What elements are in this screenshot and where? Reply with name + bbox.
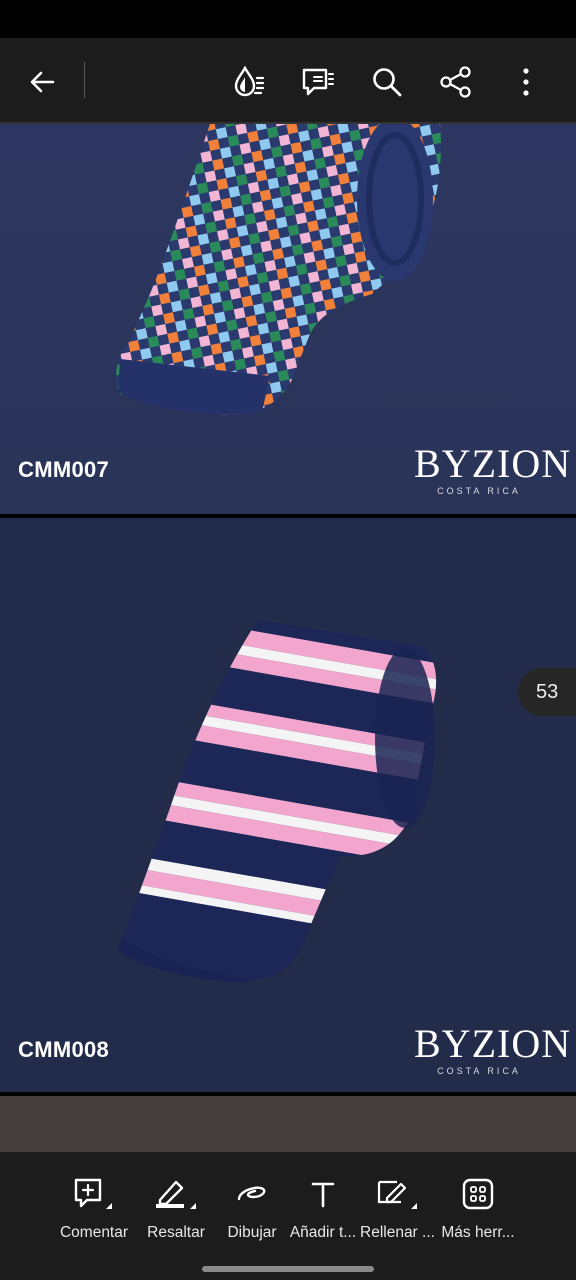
document-page: CMM007 BYZION COSTA RICA [0, 124, 576, 514]
more-options-button[interactable] [506, 62, 546, 102]
search-button[interactable] [367, 62, 407, 102]
document-page [0, 1096, 576, 1152]
comment-add-icon [74, 1178, 112, 1209]
brand-logo: BYZION COSTA RICA [414, 1021, 572, 1077]
share-button[interactable] [436, 62, 476, 102]
document-page: CMM008 BYZION COSTA RICA [0, 518, 576, 1092]
tool-label: Dibujar [227, 1224, 277, 1241]
tool-label: Rellenar ... [360, 1224, 435, 1241]
tool-label: Resaltar [147, 1224, 205, 1241]
top-toolbar [0, 38, 576, 124]
comment-list-icon [302, 68, 334, 96]
tool-label: Comentar [59, 1224, 129, 1241]
logo-sub-text: COSTA RICA [437, 486, 521, 496]
more-vertical-icon [523, 68, 529, 96]
more-tools-icon [462, 1178, 494, 1210]
logo-sub-text: COSTA RICA [437, 1066, 521, 1076]
color-drop-icon [234, 65, 265, 97]
draw-tool[interactable]: Dibujar [222, 1176, 282, 1256]
search-icon [373, 68, 402, 97]
bottom-toolbar: Comentar Resaltar Dibujar Añadir t... Re… [0, 1152, 576, 1280]
logo-main-text: BYZION [414, 1021, 572, 1066]
tool-label: Añadir t... [289, 1224, 357, 1241]
text-icon [311, 1182, 335, 1208]
more-tools-button[interactable]: Más herr... [440, 1176, 516, 1256]
status-bar [0, 0, 576, 38]
share-icon [440, 66, 471, 98]
brand-logo: BYZION COSTA RICA [414, 441, 572, 497]
fill-sign-icon [377, 1180, 417, 1209]
tie-image-striped [118, 620, 437, 983]
toolbar-divider [84, 62, 85, 98]
product-code: CMM007 [18, 457, 110, 482]
product-code: CMM008 [18, 1037, 110, 1062]
back-button[interactable] [22, 62, 62, 102]
highlighter-icon [156, 1180, 196, 1209]
arrow-left-icon [30, 71, 55, 93]
comment-tool[interactable]: Comentar [56, 1176, 132, 1256]
tool-label: Más herr... [441, 1224, 515, 1241]
fill-sign-tool[interactable]: Rellenar ... [360, 1176, 435, 1256]
home-indicator[interactable] [202, 1266, 374, 1272]
draw-icon [237, 1186, 266, 1201]
color-mode-button[interactable] [229, 62, 269, 102]
highlight-tool[interactable]: Resaltar [140, 1176, 212, 1256]
comments-button[interactable] [298, 62, 338, 102]
logo-main-text: BYZION [414, 441, 572, 486]
add-text-tool[interactable]: Añadir t... [288, 1176, 358, 1256]
page-number-badge[interactable]: 53 [518, 668, 576, 716]
